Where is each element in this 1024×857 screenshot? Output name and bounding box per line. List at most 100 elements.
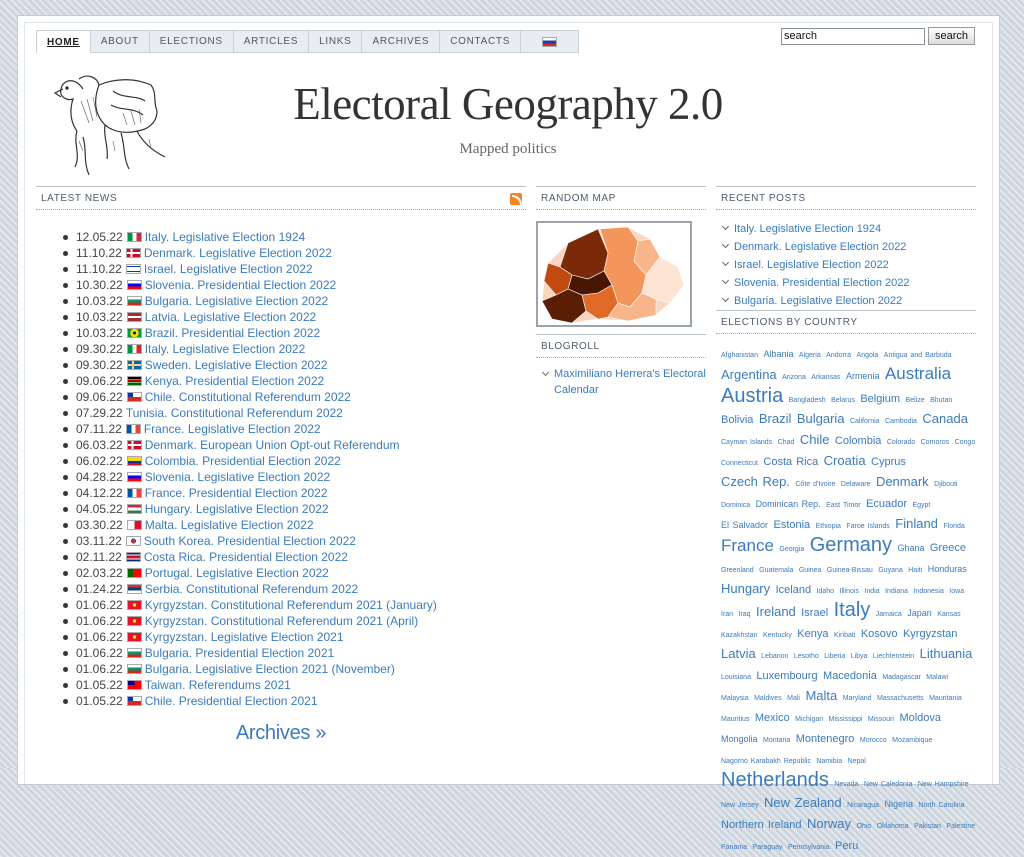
search-input[interactable]: [781, 27, 925, 45]
recent-post-link[interactable]: Slovenia. Presidential Election 2022: [722, 274, 976, 292]
news-link[interactable]: Brazil. Presidential Election 2022: [145, 326, 320, 340]
country-tag[interactable]: Paraguay: [753, 844, 783, 851]
country-tag[interactable]: Costa Rica: [763, 456, 818, 468]
country-tag[interactable]: Italy: [834, 599, 871, 621]
recent-post-link[interactable]: Bulgaria. Legislative Election 2022: [722, 292, 976, 310]
news-link[interactable]: Sweden. Legislative Election 2022: [145, 358, 328, 372]
country-tag[interactable]: Bhutan: [930, 397, 952, 404]
country-tag[interactable]: New Zealand: [764, 795, 842, 810]
country-tag[interactable]: Bangladesh: [789, 397, 826, 404]
country-tag[interactable]: Bulgaria: [797, 411, 845, 426]
country-tag[interactable]: Nigeria: [884, 799, 913, 809]
news-link[interactable]: Slovenia. Legislative Election 2022: [145, 470, 330, 484]
country-tag[interactable]: France: [721, 536, 774, 555]
news-link[interactable]: Bulgaria. Legislative Election 2022: [145, 294, 328, 308]
country-tag[interactable]: Arizona: [782, 374, 806, 381]
search-button[interactable]: search: [928, 27, 976, 45]
country-tag[interactable]: New Caledonia: [864, 781, 912, 788]
country-tag[interactable]: Greece: [930, 542, 966, 554]
country-tag[interactable]: Ecuador: [866, 498, 907, 510]
country-tag[interactable]: Delaware: [841, 481, 871, 488]
country-tag[interactable]: Pennsylvania: [788, 844, 830, 851]
country-tag[interactable]: Panama: [721, 844, 747, 851]
country-tag[interactable]: Germany: [810, 534, 892, 556]
country-tag[interactable]: Nepal: [848, 758, 866, 765]
country-tag[interactable]: Nicaragua: [847, 802, 879, 809]
country-tag[interactable]: Algeria: [799, 352, 821, 359]
news-link[interactable]: Kyrgyzstan. Constitutional Referendum 20…: [145, 614, 418, 628]
country-tag[interactable]: Haiti: [908, 567, 922, 574]
country-tag[interactable]: Missouri: [868, 716, 894, 723]
country-tag[interactable]: Oklahoma: [877, 823, 909, 830]
country-tag[interactable]: Luxembourg: [756, 670, 817, 682]
archives-link[interactable]: Archives »: [36, 722, 526, 745]
country-tag[interactable]: Bolivia: [721, 414, 753, 426]
country-tag[interactable]: Armenia: [846, 371, 880, 381]
country-tag[interactable]: Morocco: [860, 737, 887, 744]
country-tag[interactable]: Greenland: [721, 567, 754, 574]
country-tag[interactable]: Cambodia: [885, 418, 917, 425]
country-tag[interactable]: Czech Rep.: [721, 474, 790, 489]
country-tag[interactable]: Jamaica: [876, 611, 902, 618]
country-tag[interactable]: Belarus: [831, 397, 855, 404]
country-tag[interactable]: Ghana: [897, 543, 924, 553]
country-tag[interactable]: New Hampshire: [918, 781, 969, 788]
country-tag[interactable]: Cayman Islands: [721, 439, 772, 446]
country-tag[interactable]: Kyrgyzstan: [903, 628, 957, 640]
country-tag[interactable]: East Timor: [826, 502, 860, 509]
country-tag[interactable]: Madagascar: [882, 674, 921, 681]
country-tag[interactable]: Connecticut: [721, 460, 758, 467]
news-link[interactable]: Italy. Legislative Election 1924: [145, 230, 306, 244]
news-link[interactable]: Latvia. Legislative Election 2022: [145, 310, 316, 324]
country-tag[interactable]: Belize: [906, 397, 925, 404]
country-tag[interactable]: Iceland: [776, 584, 811, 596]
country-tag[interactable]: Hungary: [721, 581, 770, 596]
country-tag[interactable]: Argentina: [721, 367, 777, 382]
country-tag[interactable]: Australia: [885, 364, 951, 383]
nav-tab-language[interactable]: [521, 30, 580, 52]
country-tag[interactable]: Maldives: [754, 695, 782, 702]
country-tag[interactable]: Peru: [835, 840, 858, 852]
country-tag[interactable]: Antigua and Barbuda: [884, 352, 952, 359]
country-tag[interactable]: Louisiana: [721, 674, 751, 681]
recent-post-link[interactable]: Denmark. Legislative Election 2022: [722, 238, 976, 256]
country-tag[interactable]: Japan: [907, 608, 932, 618]
news-link[interactable]: France. Presidential Election 2022: [145, 486, 328, 500]
country-tag[interactable]: Brazil: [759, 411, 792, 426]
country-tag[interactable]: Macedonia: [823, 670, 877, 682]
country-tag[interactable]: Faroe Islands: [846, 523, 889, 530]
news-link[interactable]: Denmark. European Union Opt-out Referend…: [145, 438, 400, 452]
country-tag[interactable]: Massachusetts: [877, 695, 924, 702]
country-tag[interactable]: Afghanistan: [721, 352, 758, 359]
news-link[interactable]: Portugal. Legislative Election 2022: [145, 566, 329, 580]
country-tag[interactable]: New Jersey: [721, 802, 759, 809]
country-tag[interactable]: Canada: [922, 411, 968, 426]
news-link[interactable]: Hungary. Legislative Election 2022: [145, 502, 329, 516]
country-tag[interactable]: Mali: [787, 695, 800, 702]
country-tag[interactable]: Mongolia: [721, 734, 758, 744]
country-tag[interactable]: El Salvador: [721, 520, 768, 530]
country-tag[interactable]: Angola: [857, 352, 879, 359]
country-tag[interactable]: Belgium: [860, 393, 900, 405]
country-tag[interactable]: Kenya: [797, 628, 828, 640]
country-tag[interactable]: Colorado: [887, 439, 915, 446]
country-tag[interactable]: Iraq: [739, 611, 751, 618]
country-tag[interactable]: Djibouti: [934, 481, 957, 488]
country-tag[interactable]: North Carolina: [918, 802, 964, 809]
country-tag[interactable]: Comoros: [921, 439, 949, 446]
country-tag[interactable]: Lesotho: [794, 653, 819, 660]
country-tag[interactable]: Finland: [895, 516, 938, 531]
country-tag[interactable]: Georgia: [779, 546, 804, 553]
nav-tab-contacts[interactable]: CONTACTS: [440, 30, 522, 52]
country-tag[interactable]: Egypt: [912, 502, 930, 509]
country-tag[interactable]: Malta: [805, 688, 837, 703]
country-tag[interactable]: Illinois: [840, 588, 859, 595]
country-tag[interactable]: Mississippi: [829, 716, 863, 723]
country-tag[interactable]: Cyprus: [871, 456, 906, 468]
nav-tab-home[interactable]: HOME: [36, 30, 91, 53]
country-tag[interactable]: Iran: [721, 611, 733, 618]
country-tag[interactable]: Chile: [800, 432, 830, 447]
news-link[interactable]: Slovenia. Presidential Election 2022: [145, 278, 336, 292]
news-link[interactable]: Kyrgyzstan. Legislative Election 2021: [145, 630, 344, 644]
news-link[interactable]: Kenya. Presidential Election 2022: [145, 374, 324, 388]
